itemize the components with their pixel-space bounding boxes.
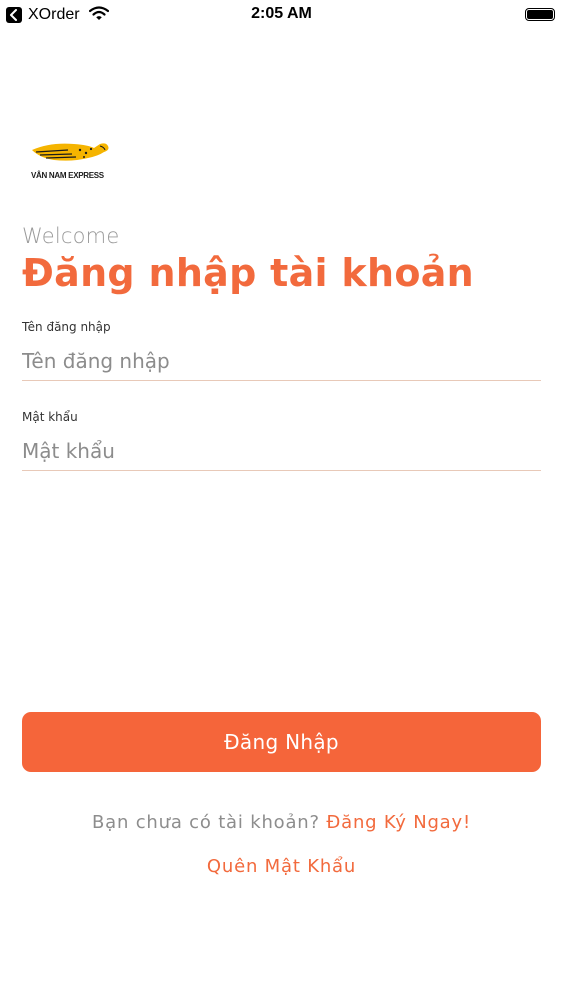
username-label: Tên đăng nhập — [22, 320, 111, 334]
cheetah-logo-icon — [32, 143, 109, 161]
password-label: Mật khẩu — [22, 410, 78, 424]
signup-line: Bạn chưa có tài khoản? Đăng Ký Ngay! — [0, 812, 563, 833]
forgot-password-link[interactable]: Quên Mật Khẩu — [0, 856, 563, 877]
battery-icon — [525, 8, 555, 21]
brand-logo: VÂN NAM EXPRESS — [28, 138, 114, 184]
status-time: 2:05 AM — [251, 5, 312, 22]
username-field: Tên đăng nhập — [22, 320, 541, 381]
password-field: Mật khẩu — [22, 410, 541, 471]
login-button[interactable]: Đăng Nhập — [22, 712, 541, 772]
signup-prompt: Bạn chưa có tài khoản? — [92, 812, 320, 833]
status-bar: XOrder 2:05 AM — [0, 0, 563, 30]
logo-text: VÂN NAM EXPRESS — [31, 171, 104, 180]
login-screen: XOrder 2:05 AM VÂN NAM EXPRESS Welcome Đ… — [0, 0, 563, 1000]
username-input[interactable] — [22, 342, 541, 381]
battery-level — [527, 10, 553, 19]
page-title: Đăng nhập tài khoản — [22, 251, 475, 295]
signup-link[interactable]: Đăng Ký Ngay! — [326, 812, 471, 833]
password-input[interactable] — [22, 432, 541, 471]
welcome-text: Welcome — [22, 224, 120, 248]
